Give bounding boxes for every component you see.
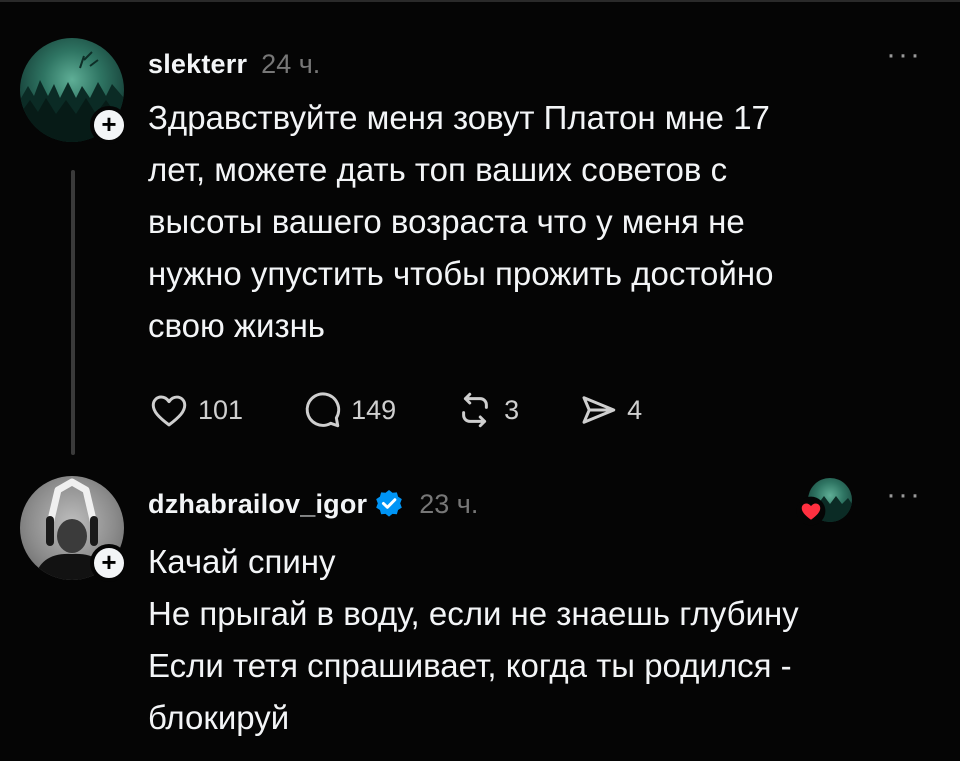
repost-arrows-icon bbox=[462, 392, 488, 428]
reply-text-line: блокируй bbox=[148, 699, 290, 736]
timestamp: 24 ч. bbox=[261, 48, 321, 79]
thread-connector-line bbox=[71, 170, 75, 455]
like-button[interactable]: 101 bbox=[148, 389, 243, 431]
threads-screen: + slekterr 24 ч. ··· Здравствуйте меня з… bbox=[0, 0, 960, 761]
heart-outline-icon bbox=[151, 395, 187, 427]
post-text: Здравствуйте меня зовут Платон мне 17 ле… bbox=[148, 92, 908, 352]
post-text-line: лет, можете дать топ ваших советов с bbox=[148, 151, 728, 188]
reply-dzhabrailov-igor: + dzhabrailov_igor 23 ч. ··· Качай спину… bbox=[0, 470, 960, 761]
post-actions: 101 149 3 4 bbox=[148, 388, 700, 432]
author-avatar-wrap[interactable]: + bbox=[20, 476, 128, 582]
post-text-line: нужно упустить чтобы прожить достойно bbox=[148, 255, 774, 292]
repost-button[interactable]: 3 bbox=[454, 389, 519, 431]
repost-count: 3 bbox=[504, 394, 520, 425]
username[interactable]: dzhabrailov_igor bbox=[148, 489, 367, 520]
reply-header: dzhabrailov_igor 23 ч. bbox=[148, 484, 478, 524]
like-count: 101 bbox=[198, 394, 244, 425]
share-count: 4 bbox=[627, 394, 643, 425]
post-text-line: высоты вашего возраста что у меня не bbox=[148, 203, 745, 240]
reply-text-line: Не прыгай в воду, если не знаешь глубину bbox=[148, 595, 799, 632]
verified-check-icon bbox=[376, 490, 403, 517]
post-text-line: Здравствуйте меня зовут Платон мне 17 bbox=[148, 99, 770, 136]
follow-button[interactable]: + bbox=[90, 544, 128, 582]
comment-count: 149 bbox=[351, 394, 397, 425]
follow-button[interactable]: + bbox=[90, 106, 128, 144]
post-slekterr: + slekterr 24 ч. ··· Здравствуйте меня з… bbox=[0, 0, 960, 470]
post-header: slekterr 24 ч. bbox=[148, 44, 320, 84]
more-options-icon[interactable]: ··· bbox=[886, 480, 922, 524]
username[interactable]: slekterr bbox=[148, 49, 247, 80]
author-avatar-wrap[interactable]: + bbox=[20, 38, 128, 144]
liked-by-author bbox=[796, 478, 852, 526]
comment-bubble-icon bbox=[305, 392, 341, 428]
more-options-icon[interactable]: ··· bbox=[886, 40, 922, 84]
comment-button[interactable]: 149 bbox=[301, 389, 396, 431]
heart-filled-icon bbox=[796, 496, 826, 526]
share-button[interactable]: 4 bbox=[577, 389, 642, 431]
timestamp: 23 ч. bbox=[419, 488, 479, 519]
reply-text: Качай спину Не прыгай в воду, если не зн… bbox=[148, 536, 908, 744]
post-text-line: свою жизнь bbox=[148, 307, 325, 344]
reply-text-line: Если тетя спрашивает, когда ты родился - bbox=[148, 647, 792, 684]
reply-text-line: Качай спину bbox=[148, 543, 336, 580]
paper-plane-icon bbox=[582, 396, 616, 424]
